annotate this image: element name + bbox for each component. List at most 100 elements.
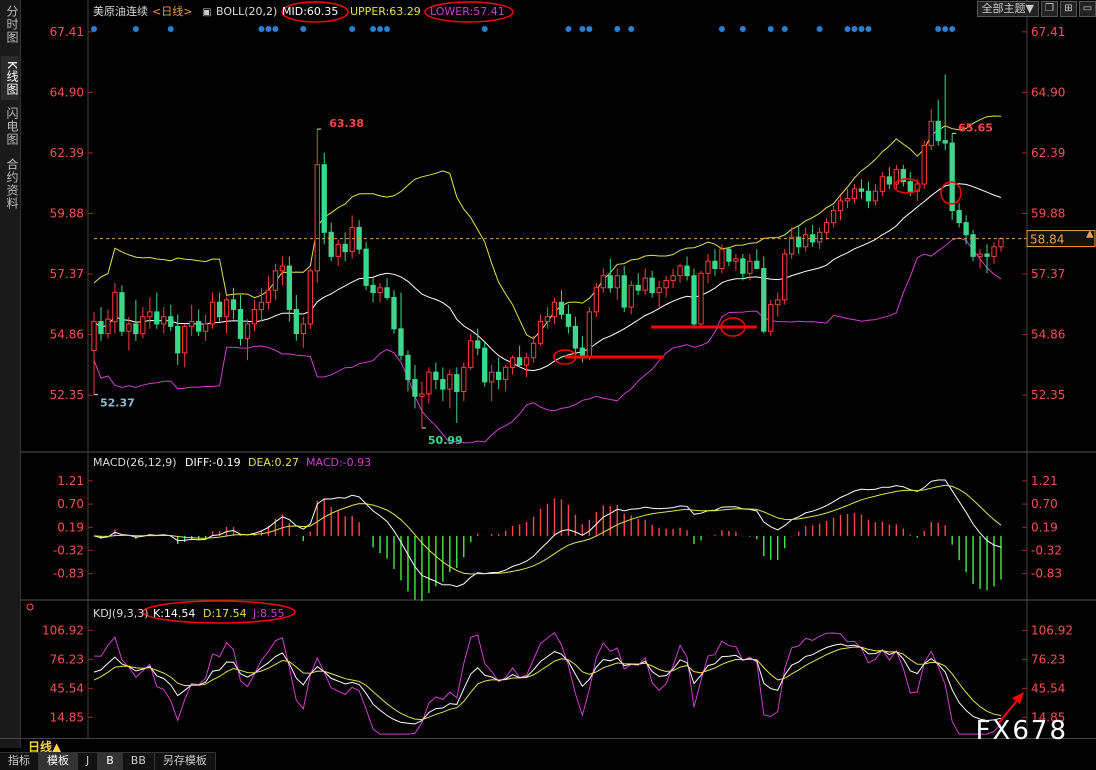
signal-dot-17 — [718, 26, 725, 32]
candle-body-93 — [740, 258, 746, 274]
candle-body-54 — [468, 340, 474, 368]
signal-dot-28 — [949, 26, 956, 32]
macd-ytick-left-2: 0.19 — [57, 520, 84, 534]
candle-body-5 — [126, 323, 132, 332]
kdj-ytick-right-0: 106.92 — [1031, 623, 1073, 637]
current-price-label: 58.84 — [1030, 233, 1064, 247]
candle-body-122 — [942, 140, 948, 144]
candle-body-21 — [237, 308, 244, 339]
boll-lines — [93, 115, 1002, 444]
signal-dot-11 — [481, 26, 488, 32]
macd-panel — [93, 479, 1002, 601]
candle-body-53 — [461, 366, 467, 393]
chart-canvas: 58.84 ▲ 63.38 52.37 50.99 65.65 67.41 67.41 64.… — [20, 0, 1096, 738]
candle-body-75 — [614, 275, 620, 289]
candle-body-47 — [419, 393, 425, 397]
candle-body-77 — [628, 284, 634, 308]
kdj-d-value: D:17.54 — [203, 607, 247, 620]
candle-body-35 — [335, 243, 341, 257]
signal-dot-20 — [781, 26, 788, 32]
candle-body-32 — [314, 164, 320, 272]
boll-upper-line — [93, 115, 1002, 340]
macd-diff-value: DIFF:-0.19 — [185, 456, 241, 469]
extreme-label-0: 63.38 — [329, 117, 364, 130]
tab-indicator[interactable]: 指标 — [0, 753, 39, 770]
candle-body-64 — [537, 321, 544, 344]
main-ytick-left-5: 54.86 — [50, 328, 84, 342]
candle-body-108 — [844, 198, 851, 202]
theme-select[interactable]: 全部主题▼ — [976, 1, 1039, 17]
candle-body-76 — [621, 275, 627, 308]
tile-icon[interactable]: ⊞ — [1060, 1, 1077, 17]
signal-dot-3 — [258, 26, 265, 32]
signal-dot-8 — [370, 26, 377, 32]
tab-b[interactable]: B — [98, 753, 123, 770]
signal-dot-23 — [851, 26, 858, 32]
candle-body-1 — [98, 321, 104, 335]
axis-labels: 67.41 67.41 64.90 64.90 62.39 62.39 59.88 59.88… — [42, 25, 1073, 724]
signal-dot-1 — [132, 26, 139, 32]
candle-body-105 — [823, 222, 830, 233]
extreme-label-3: 65.65 — [958, 121, 993, 134]
candle-body-128 — [984, 253, 990, 257]
candle-body-119 — [921, 144, 927, 185]
macd-ytick-right-0: 1.21 — [1031, 474, 1058, 488]
candle-body-121 — [935, 120, 941, 142]
candle-body-61 — [516, 357, 523, 366]
candle-body-49 — [433, 371, 439, 380]
macd-dea-value: DEA:0.27 — [248, 456, 299, 469]
candle-body-113 — [879, 176, 886, 192]
candle-body-56 — [482, 347, 488, 383]
candle-body-48 — [426, 371, 432, 395]
candle-body-84 — [677, 265, 683, 277]
main-ytick-left-3: 59.88 — [50, 206, 84, 220]
candle-body-2 — [105, 318, 111, 335]
kdj-d-line — [93, 646, 1002, 721]
candle-body-96 — [761, 267, 767, 332]
signal-dot-12 — [565, 26, 572, 32]
macd-macd-value: MACD:-0.93 — [306, 456, 371, 469]
kdj-ytick-right-1: 76.23 — [1031, 652, 1065, 666]
tab-bb[interactable]: BB — [123, 753, 155, 770]
candle-body-58 — [495, 371, 502, 380]
main-ytick-right-5: 54.86 — [1031, 328, 1065, 342]
candle-body-82 — [663, 280, 669, 289]
candle-body-102 — [802, 234, 809, 248]
main-ytick-right-2: 62.39 — [1031, 146, 1065, 160]
main-ytick-left-0: 67.41 — [50, 25, 84, 39]
candle-body-37 — [349, 226, 355, 253]
tab-save-template[interactable]: 另存模板 — [155, 753, 216, 770]
window-restore-icon[interactable]: ❐ — [1041, 1, 1058, 17]
price-arrow-icon: ▲ — [1086, 229, 1094, 240]
candle-body-8 — [147, 311, 153, 318]
candle-body-74 — [607, 275, 613, 289]
candle-body-33 — [321, 164, 327, 233]
candle-body-4 — [119, 292, 125, 332]
chart-grid — [20, 0, 1096, 738]
signal-dot-15 — [614, 26, 621, 32]
bottom-tabs: 指标 模板 J B BB 另存模板 — [0, 752, 216, 770]
candle-body-65 — [544, 316, 551, 323]
candle-body-18 — [216, 301, 223, 318]
watermark: FX678 — [975, 716, 1068, 746]
signal-dot-22 — [844, 26, 851, 32]
extreme-label-1: 52.37 — [100, 397, 135, 410]
main-ytick-right-6: 52.35 — [1031, 388, 1065, 402]
candle-body-88 — [705, 260, 711, 274]
main-ytick-right-3: 59.88 — [1031, 206, 1065, 220]
candle-body-80 — [649, 277, 655, 294]
candle-body-28 — [286, 265, 293, 310]
signal-dot-10 — [384, 26, 391, 32]
candle-body-100 — [789, 236, 795, 255]
tab-j[interactable]: J — [78, 753, 99, 770]
candle-body-0 — [91, 321, 97, 352]
panel-icon[interactable]: ▭ — [1079, 1, 1096, 17]
tab-template[interactable]: 模板 — [39, 753, 78, 770]
candle-body-129 — [991, 246, 997, 257]
main-ytick-right-0: 67.41 — [1031, 25, 1065, 39]
candle-body-10 — [161, 316, 167, 325]
candle-body-89 — [712, 260, 718, 269]
candle-body-26 — [272, 270, 279, 291]
candle-body-124 — [956, 210, 962, 224]
boll-label: BOLL(20,2) — [216, 5, 277, 18]
